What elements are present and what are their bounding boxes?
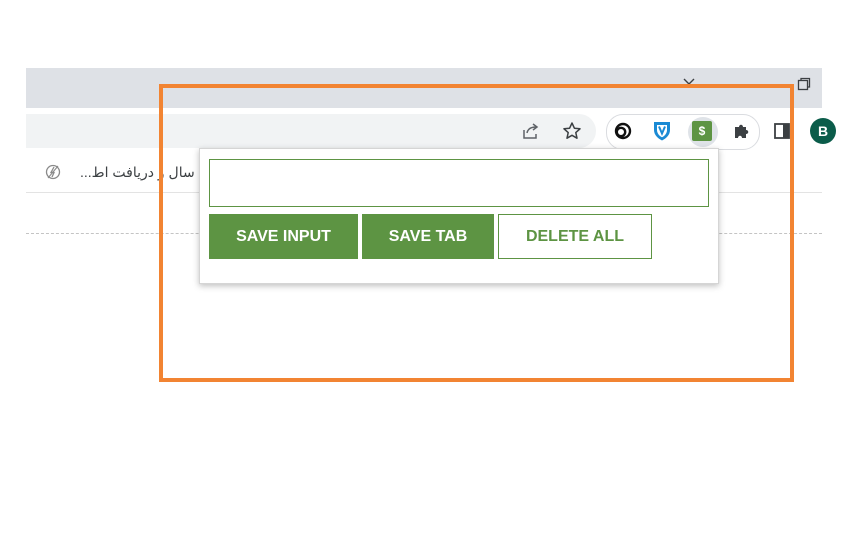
restore-window-icon[interactable] [797, 77, 811, 91]
lead-input-field[interactable] [209, 159, 709, 207]
dollar-glyph: $ [698, 124, 706, 138]
save-input-button[interactable]: SAVE INPUT [209, 214, 358, 259]
bookmark-item-label[interactable]: ...سال و دریافت اط [80, 164, 195, 181]
save-tab-button[interactable]: SAVE TAB [362, 214, 494, 259]
delete-all-button[interactable]: DELETE ALL [498, 214, 652, 259]
dollar-extension-icon[interactable]: $ [692, 121, 712, 141]
tab-search-chevron-icon[interactable] [682, 74, 696, 85]
extension-popup: SAVE INPUT SAVE TAB DELETE ALL [199, 148, 719, 284]
star-icon[interactable] [561, 120, 583, 142]
profile-avatar[interactable]: B [810, 118, 836, 144]
link-extension-icon[interactable] [611, 120, 633, 142]
screenshot-stage: $ B ...سال و دریافت اط SAVE INPUT SAVE T… [0, 0, 850, 550]
share-icon[interactable] [520, 120, 542, 142]
tab-strip [26, 68, 822, 108]
bookmark-favicon-icon [44, 163, 62, 181]
address-bar[interactable] [26, 114, 596, 148]
shield-v-extension-icon[interactable] [651, 120, 673, 142]
puzzle-icon[interactable] [731, 120, 753, 142]
side-panel-icon[interactable] [771, 120, 793, 142]
avatar-letter: B [818, 123, 829, 139]
